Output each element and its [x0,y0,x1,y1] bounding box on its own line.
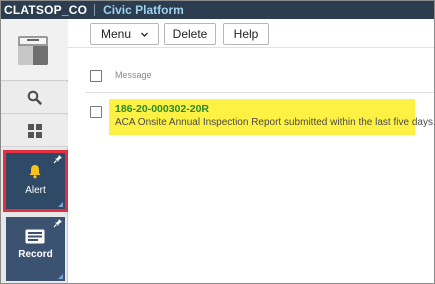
record-card-icon [25,229,45,244]
message-list: Message 186-20-000302-20R ACA Onsite Ann… [68,48,435,283]
record-id-link[interactable]: 186-20-000302-20R [115,103,209,115]
alert-tile[interactable]: Alert [3,150,68,212]
tile-expand-indicator [58,202,63,207]
delete-button[interactable]: Delete [164,23,216,45]
toolbar: Menu Delete Help [68,19,434,48]
bell-icon [29,165,41,179]
sidebar: Alert Record [1,19,68,283]
record-tile[interactable]: Record [6,217,65,281]
select-all-checkbox[interactable] [90,70,102,82]
help-button[interactable]: Help [223,23,269,45]
tile-expand-indicator [58,274,63,279]
agency-name: CLATSOP_CO [4,3,88,17]
pin-icon[interactable] [53,218,63,228]
launchpad-icon [18,36,48,65]
record-label: Record [18,249,53,260]
header-divider [86,92,434,93]
alert-label: Alert [25,185,46,196]
search-button[interactable] [1,82,68,114]
top-bar: CLATSOP_CO Civic Platform [1,1,434,19]
search-icon [27,90,42,105]
pin-icon[interactable] [53,154,63,164]
message-text: ACA Onsite Annual Inspection Report subm… [115,117,435,128]
grid-icon [27,123,42,138]
menu-button[interactable]: Menu [90,23,159,45]
apps-button[interactable] [1,115,68,147]
header-divider [94,4,96,16]
product-name[interactable]: Civic Platform [103,3,184,17]
launchpad-button[interactable] [1,19,68,81]
menu-label: Menu [101,27,132,41]
message-column-header[interactable]: Message [115,70,152,80]
row-checkbox[interactable] [90,106,102,118]
chevron-down-icon [141,32,148,37]
